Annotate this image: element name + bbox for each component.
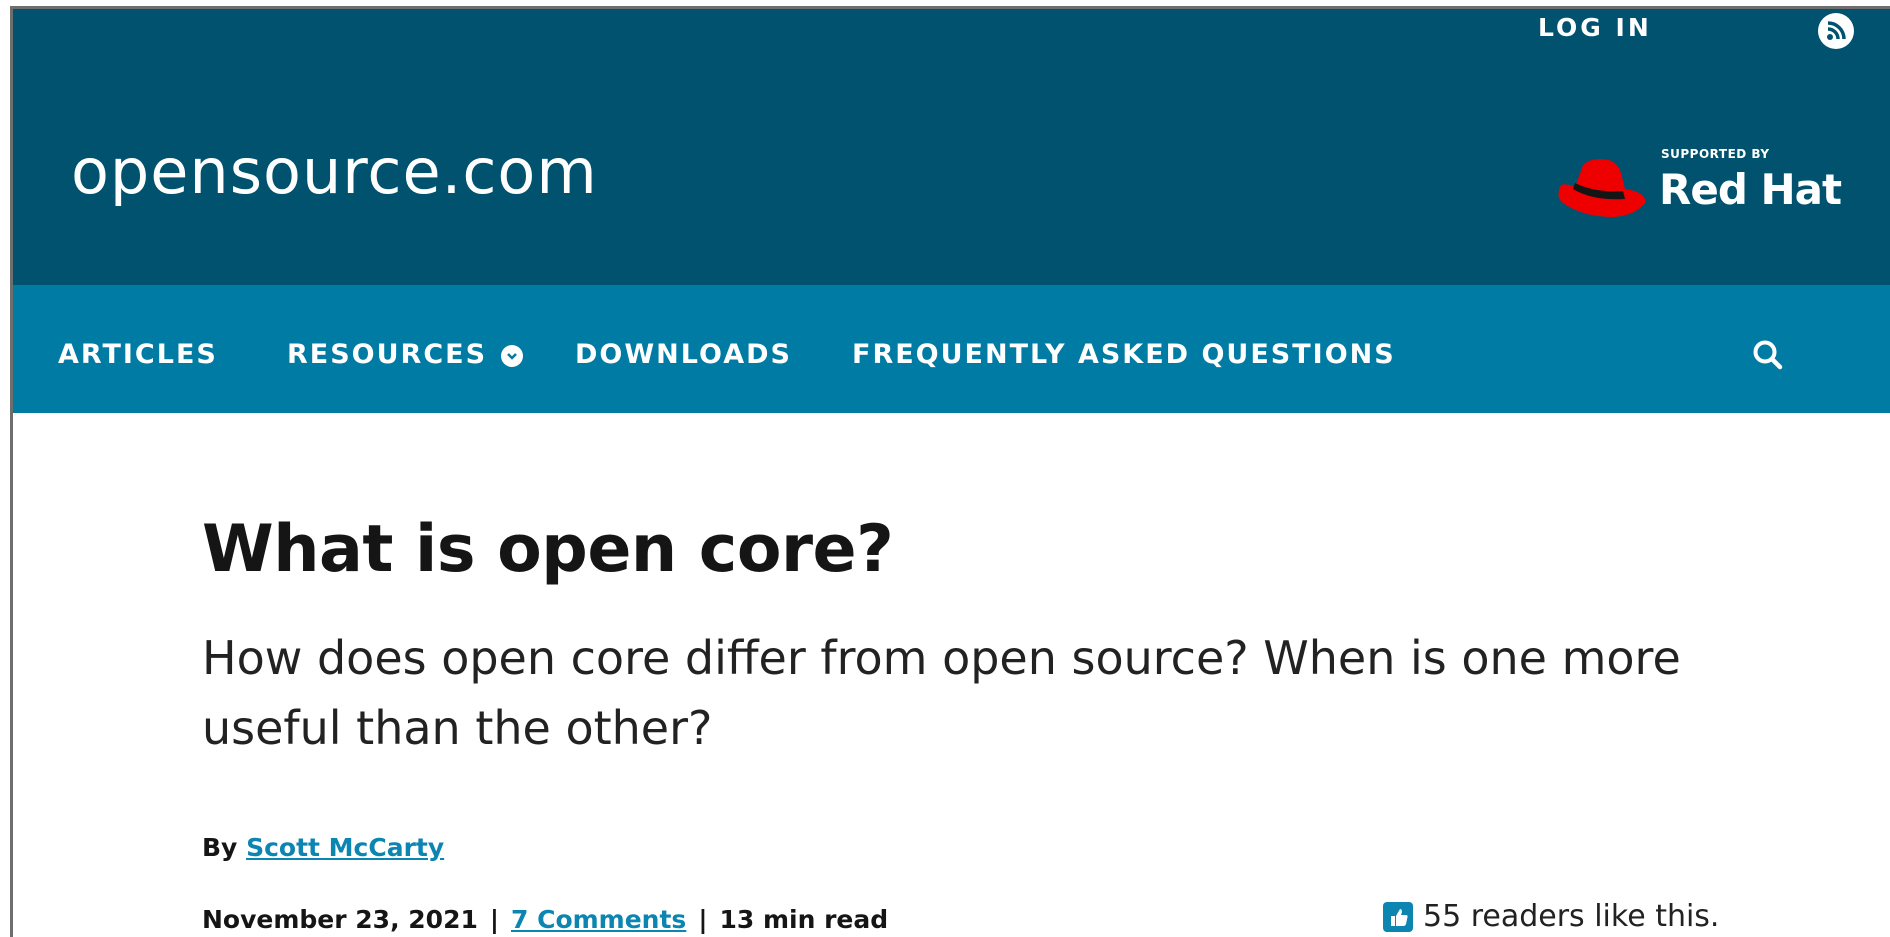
nav-item-articles[interactable]: ARTICLES [58, 339, 218, 370]
nav-item-label: RESOURCES [287, 339, 488, 370]
by-label: By [202, 833, 238, 862]
redhat-hat-icon [1558, 159, 1646, 217]
likes-widget[interactable]: 55 readers like this. [1383, 899, 1719, 934]
sponsor-name: Red Hat [1659, 165, 1842, 214]
chevron-down-icon [501, 344, 524, 367]
meta-separator: | [489, 905, 499, 934]
nav-item-downloads[interactable]: DOWNLOADS [575, 339, 792, 370]
nav-item-faq[interactable]: FREQUENTLY ASKED QUESTIONS [852, 339, 1396, 370]
byline: By Scott McCarty [202, 833, 444, 862]
redhat-sponsor-logo[interactable]: SUPPORTED BY Red Hat [1553, 143, 1853, 233]
nav-item-resources[interactable]: RESOURCES [287, 339, 524, 370]
main-nav: ARTICLES RESOURCES DOWNLOADS FREQUENTLY … [13, 285, 1890, 413]
site-header: LOG IN opensource.com SUPPORTED BY Red H… [13, 9, 1890, 285]
read-time: 13 min read [719, 905, 889, 934]
article-subtitle: How does open core differ from open sour… [202, 631, 1681, 755]
login-link[interactable]: LOG IN [1538, 13, 1652, 42]
publish-date: November 23, 2021 [202, 905, 478, 934]
rss-icon[interactable] [1818, 13, 1854, 49]
comments-link[interactable]: 7 Comments [511, 905, 686, 934]
search-icon[interactable] [1748, 335, 1788, 375]
meta-separator: | [698, 905, 708, 934]
article-meta: November 23, 2021 | 7 Comments | 13 min read [202, 905, 888, 934]
article-title: What is open core? [202, 512, 894, 587]
site-logo[interactable]: opensource.com [71, 135, 598, 208]
likes-count: 55 readers like this. [1423, 899, 1720, 934]
browser-viewport: LOG IN opensource.com SUPPORTED BY Red H… [10, 6, 1890, 937]
thumbs-up-icon[interactable] [1383, 901, 1413, 932]
sponsor-supported-label: SUPPORTED BY [1661, 147, 1770, 161]
author-link[interactable]: Scott McCarty [246, 833, 444, 862]
